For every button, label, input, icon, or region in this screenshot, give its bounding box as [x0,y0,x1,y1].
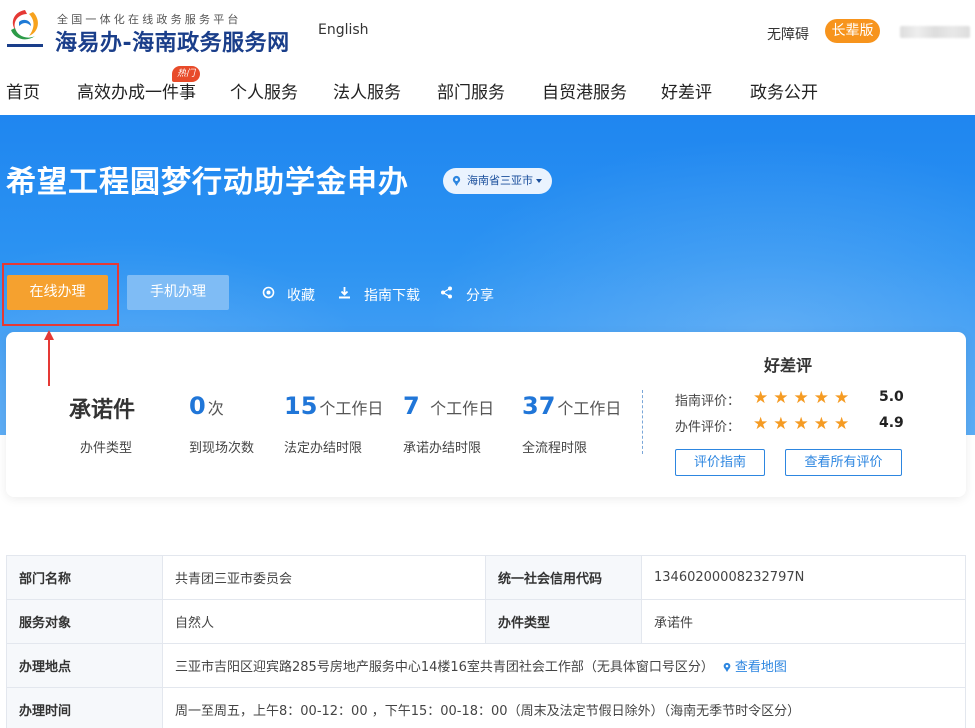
accessibility-link[interactable]: 无障碍 [767,24,809,44]
guide-rating-score: 5.0 [879,389,904,405]
location-value: 三亚市吉阳区迎宾路285号房地产服务中心14楼16室共青团社会工作部（无具体窗口… [162,643,966,688]
location-label: 办理地点 [6,643,163,688]
hours-value: 周一至周五，上午8：00-12：00 ，下午15：00-18：00（周末及法定节… [162,687,966,728]
view-map-label: 查看地图 [734,660,787,675]
table-row: 办理地点 三亚市吉阳区迎宾路285号房地产服务中心14楼16室共青团社会工作部（… [6,643,966,688]
guide-rating-row: 指南评价： ★★★★★ 5.0 [675,388,904,409]
visits-label: 到现场次数 [189,441,255,456]
nav-item-ftp[interactable]: 自贸港服务 [542,78,627,103]
chevron-down-icon [536,179,542,183]
promise-limit-value: 7 个工作日 [403,392,495,420]
view-map-link[interactable]: 查看地图 [722,660,787,675]
guide-rating-label: 指南评价： [675,394,741,409]
share-label: 分享 [466,288,494,304]
service-info-table: 部门名称 共青团三亚市委员会 统一社会信用代码 1346020000823279… [6,555,966,728]
online-apply-button[interactable]: 在线办理 [7,275,108,310]
service-stats-card: 承诺件 办件类型 0次 到现场次数 15 个工作日 法定办结时限 7 个工作日 承… [6,332,966,497]
site-logo[interactable] [5,6,45,50]
site-header: 全国一体化在线政务服务平台 海易办-海南政务服务网 English 无障碍 长辈… [0,0,975,115]
credit-code-label: 统一社会信用代码 [485,555,642,600]
main-nav: 首页 高效办成一件事 个人服务 法人服务 部门服务 自贸港服务 好差评 政务公开 [0,72,975,106]
table-row: 服务对象 自然人 办件类型 承诺件 [6,599,966,644]
service-title: 希望工程圆梦行动助学金申办 [6,165,409,200]
english-link[interactable]: English [318,22,369,38]
visits-value: 0次 [189,392,224,420]
nav-item-home[interactable]: 首页 [6,78,40,103]
nav-item-public[interactable]: 政务公开 [750,78,818,103]
case-type-value-cell: 承诺件 [641,599,966,644]
map-pin-icon [723,662,731,672]
nav-item-personal[interactable]: 个人服务 [230,78,298,103]
share-icon [441,286,452,299]
favorite-icon [262,286,275,299]
service-rating-label: 办件评价： [675,420,741,435]
total-limit-label: 全流程时限 [522,441,588,456]
location-pin-icon [452,175,461,186]
rating-title: 好差评 [764,356,813,375]
dept-value: 共青团三亚市委员会 [162,555,486,600]
service-target-value: 自然人 [162,599,486,644]
table-row: 办理时间 周一至周五，上午8：00-12：00 ，下午15：00-18：00（周… [6,687,966,728]
download-icon [339,287,350,299]
case-type-value: 承诺件 [69,398,136,423]
promise-limit-label: 承诺办结时限 [403,441,482,456]
favorite-label: 收藏 [287,288,315,304]
region-label: 海南省三亚市 [467,174,533,187]
credit-code-value: 1346020000823279‌7N [641,555,966,600]
stats-divider [642,390,643,454]
hours-label: 办理时间 [6,687,163,728]
guide-rating-stars: ★★★★★ [753,388,855,408]
elder-mode-button[interactable]: 长辈版 [825,19,880,43]
region-selector[interactable]: 海南省三亚市 [443,168,552,194]
hot-badge: 热门 [172,66,200,82]
annotation-arrow [48,338,50,386]
location-text: 三亚市吉阳区迎宾路285号房地产服务中心14楼16室共青团社会工作部（无具体窗口… [175,660,714,675]
view-all-ratings-button[interactable]: 查看所有评价 [785,449,902,476]
legal-limit-label: 法定办结时限 [284,441,363,456]
dept-label: 部门名称 [6,555,163,600]
service-rating-row: 办件评价： ★★★★★ 4.9 [675,414,904,435]
service-target-label: 服务对象 [6,599,163,644]
legal-limit-value: 15 个工作日 [284,392,384,420]
annotation-arrow-head [44,330,54,340]
brand-title[interactable]: 海易办-海南政务服务网 [55,25,290,57]
rate-guide-button[interactable]: 评价指南 [675,449,765,476]
nav-item-rating[interactable]: 好差评 [661,78,712,103]
service-rating-stars: ★★★★★ [753,414,855,434]
total-limit-value: 37 个工作日 [522,392,622,420]
case-type-label: 办件类型 [80,441,133,456]
mobile-apply-button[interactable]: 手机办理 [127,275,229,310]
case-type-label-cell: 办件类型 [485,599,642,644]
nav-item-corporate[interactable]: 法人服务 [333,78,401,103]
table-row: 部门名称 共青团三亚市委员会 统一社会信用代码 1346020000823279… [6,555,966,600]
service-rating-score: 4.9 [879,415,904,431]
nav-item-department[interactable]: 部门服务 [437,78,505,103]
user-account-blurred[interactable] [900,26,970,38]
guide-download-label: 指南下载 [364,288,420,304]
